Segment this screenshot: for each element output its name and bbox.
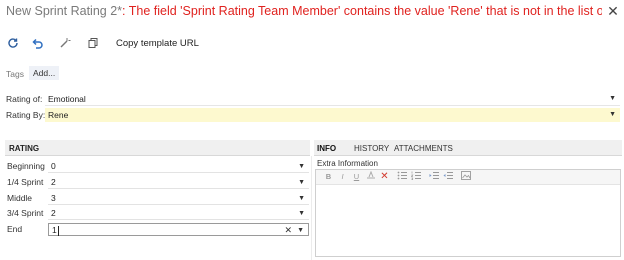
chevron-down-icon[interactable]: ▼ xyxy=(298,207,305,220)
three-quarter-sprint-select[interactable]: 2 ▼ xyxy=(48,207,309,220)
rating-of-select[interactable]: Emotional ▼ xyxy=(45,92,620,106)
error-message: : The field 'Sprint Rating Team Member' … xyxy=(122,4,602,18)
clear-icon[interactable]: ✕ xyxy=(284,224,292,237)
outdent-icon[interactable] xyxy=(442,171,453,182)
rating-row-label: Beginning xyxy=(7,161,45,171)
chevron-down-icon[interactable]: ▼ xyxy=(298,160,305,173)
rating-row-value: 3 xyxy=(51,193,56,203)
rating-by-label: Rating By: xyxy=(6,110,46,120)
rating-by-value: Rene xyxy=(48,110,69,120)
beginning-select[interactable]: 0 ▼ xyxy=(48,160,309,173)
rating-row-value: 2 xyxy=(51,208,56,218)
rating-row-value: 2 xyxy=(51,177,56,187)
add-tag-button[interactable]: Add... xyxy=(29,66,60,80)
bold-button[interactable]: B xyxy=(323,171,334,182)
indent-icon[interactable] xyxy=(428,171,439,182)
form-name: New Sprint Rating 2* xyxy=(6,4,123,18)
underline-button[interactable]: U xyxy=(351,171,362,182)
tab-info[interactable]: INFO xyxy=(317,143,336,154)
copy-icon[interactable] xyxy=(86,37,100,51)
chevron-down-icon[interactable]: ▼ xyxy=(298,176,305,189)
quarter-sprint-select[interactable]: 2 ▼ xyxy=(48,176,309,189)
text-cursor xyxy=(57,225,59,236)
highlight-icon[interactable] xyxy=(365,170,376,182)
italic-button[interactable]: I xyxy=(337,171,348,182)
bulleted-list-icon[interactable] xyxy=(396,171,407,182)
rating-row-label: End xyxy=(7,224,23,234)
rating-row-label: 1/4 Sprint xyxy=(7,177,44,187)
rating-by-select[interactable]: Rene ▼ xyxy=(45,108,620,122)
insert-image-icon[interactable] xyxy=(460,171,471,182)
chevron-down-icon[interactable]: ▼ xyxy=(297,224,304,237)
copy-template-url-button[interactable]: Copy template URL xyxy=(116,37,199,51)
numbered-list-icon[interactable] xyxy=(410,171,421,182)
tab-attachments[interactable]: ATTACHMENTS xyxy=(394,143,453,154)
clear-format-icon[interactable]: ✕ xyxy=(379,171,390,182)
middle-select[interactable]: 3 ▼ xyxy=(48,192,309,205)
rating-of-value: Emotional xyxy=(48,94,86,104)
close-icon[interactable]: ✕ xyxy=(606,2,620,20)
chevron-down-icon[interactable]: ▼ xyxy=(609,92,616,106)
actions-icon[interactable] xyxy=(58,37,72,51)
rating-row-label: 3/4 Sprint xyxy=(7,208,44,218)
rating-of-label: Rating of: xyxy=(6,94,43,104)
extra-information-label: Extra Information xyxy=(317,159,378,168)
column-divider xyxy=(311,156,312,260)
undo-icon[interactable] xyxy=(30,37,44,51)
refresh-icon[interactable] xyxy=(6,37,20,51)
rating-row-label: Middle xyxy=(7,193,33,203)
end-select[interactable]: 1 ✕ ▼ xyxy=(48,223,309,236)
tab-history[interactable]: HISTORY xyxy=(354,143,389,154)
rating-section-title: RATING xyxy=(9,144,40,153)
form-title: New Sprint Rating 2*: The field 'Sprint … xyxy=(6,2,602,20)
rating-row-value: 1 xyxy=(52,225,57,235)
tags-label: Tags xyxy=(6,69,24,79)
chevron-down-icon[interactable]: ▼ xyxy=(609,108,616,122)
chevron-down-icon[interactable]: ▼ xyxy=(298,192,305,205)
rating-row-value: 0 xyxy=(51,161,56,171)
rating-section-header xyxy=(5,140,310,156)
